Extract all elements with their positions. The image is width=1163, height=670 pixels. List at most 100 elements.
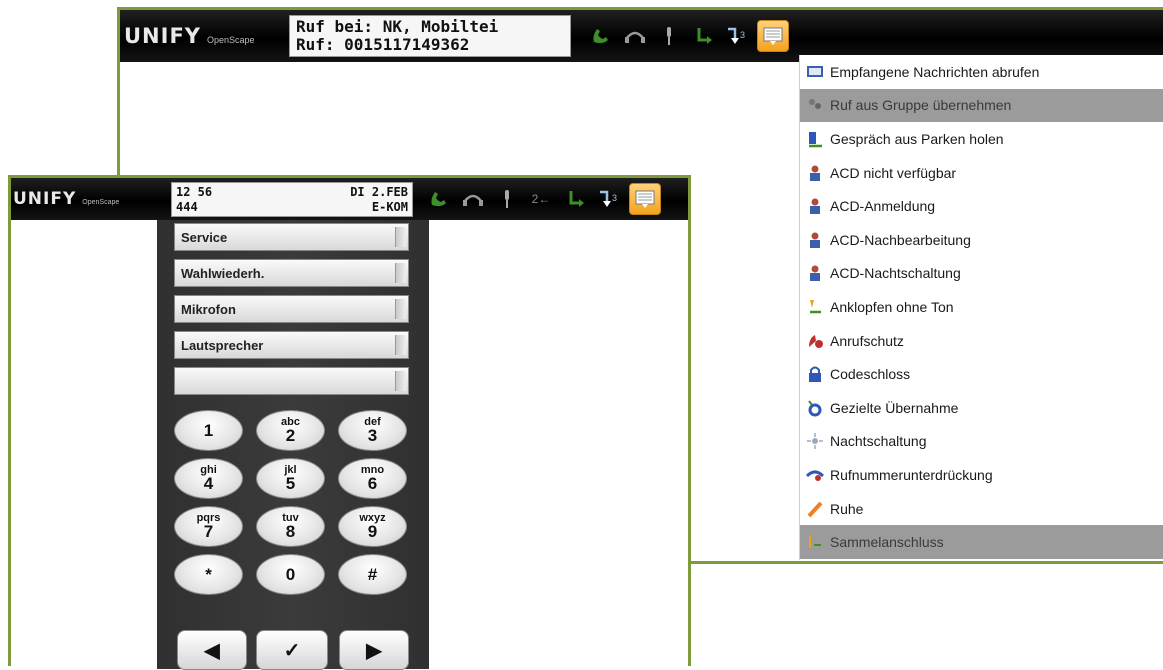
display-label: E-KOM [371,199,408,214]
dial-key[interactable]: tuv 8 [256,506,325,547]
call-waiting-icon [806,298,824,316]
svg-text:3: 3 [612,193,617,203]
menu-item[interactable]: Nachtschaltung [800,425,1163,459]
front-phone-window: UNIFY OpenScape 12 56 DI 2.FEB 444 E-KOM… [8,175,691,670]
menu-item-label: Ruf aus Gruppe übernehmen [830,97,1012,114]
function-key-led [395,263,406,283]
menu-icon[interactable] [757,20,789,52]
function-key-label: Mikrofon [181,301,236,317]
menu-item-label: Rufnummerunterdrückung [830,466,993,483]
dial-key[interactable]: pqrs 7 [174,506,243,547]
function-key-led [395,299,406,319]
display-line-1: Ruf bei: NK, Mobiltei [296,17,499,36]
logo-brand: UNIFY [124,24,201,48]
menu-item[interactable]: Ruhe [800,492,1163,526]
dial-key-digit: 9 [367,522,378,541]
menu-item-label: Nachtschaltung [830,433,927,450]
silent-icon [806,500,824,518]
dial-key-digit: 4 [203,474,214,493]
menu-item[interactable]: ACD-Nachbearbeitung [800,223,1163,257]
menu-item-label: Gezielte Übernahme [830,399,959,416]
svg-text:3: 3 [740,30,745,40]
function-key[interactable]: Mikrofon [174,295,409,323]
keypad-panel: Service Wahlwiederh. Mikrofon Lautsprecher 1… [157,220,429,670]
acd-agent-icon [806,197,824,215]
directed-pickup-icon [806,399,824,417]
suppress-number-icon [806,466,824,484]
hunt-group-icon [806,533,824,551]
menu-item-label: Anklopfen ohne Ton [830,298,954,315]
headset-icon[interactable] [459,185,487,213]
menu-item[interactable]: Empfangene Nachrichten abrufen [800,55,1163,89]
dial-key[interactable]: mno 6 [338,458,407,499]
call-transfer-icon[interactable] [561,185,589,213]
call-forward-icon[interactable]: 3 [595,185,623,213]
menu-icon[interactable] [629,183,661,215]
menu-item[interactable]: Anklopfen ohne Ton [800,290,1163,324]
display-extension: 444 [176,199,198,214]
dial-key-digit: 8 [285,522,296,541]
function-key[interactable] [174,367,409,395]
menu-item-label: ACD-Nachtschaltung [830,265,961,282]
menu-item[interactable]: ACD-Anmeldung [800,189,1163,223]
nav-right-button[interactable]: ▶ [339,630,409,670]
dial-key[interactable]: # [338,554,407,595]
function-key[interactable]: Wahlwiederh. [174,259,409,287]
display-date: DI 2.FEB [350,184,408,199]
dial-key[interactable]: wxyz 9 [338,506,407,547]
nav-confirm-button[interactable]: ✓ [256,630,328,670]
dial-key[interactable]: def 3 [338,410,407,451]
number-arrow-icon[interactable]: 2← [527,185,555,213]
menu-item[interactable]: Codeschloss [800,357,1163,391]
menu-item[interactable]: ACD nicht verfügbar [800,156,1163,190]
menu-item-label: Sammelanschluss [830,534,944,551]
acd-agent-icon [806,264,824,282]
menu-item-label: ACD-Anmeldung [830,198,936,215]
function-key[interactable]: Lautsprecher [174,331,409,359]
dial-key-digit: 6 [367,474,378,493]
call-transfer-icon[interactable] [689,22,717,50]
phone-handset-icon[interactable] [425,185,453,213]
toolbar: 2← 3 [425,183,661,215]
phone-display: 12 56 DI 2.FEB 444 E-KOM [171,181,413,217]
dial-key-digit: 2 [285,426,296,445]
messages-icon [806,63,824,81]
dial-key-digit: 7 [203,522,214,541]
menu-item[interactable]: Anrufschutz [800,324,1163,358]
dial-key[interactable]: ghi 4 [174,458,243,499]
microphone-icon[interactable] [655,22,683,50]
dial-key[interactable]: abc 2 [256,410,325,451]
function-key-label: Service [181,229,228,245]
dial-key[interactable]: jkl 5 [256,458,325,499]
dial-key[interactable]: 0 [256,554,325,595]
function-key-label: Lautsprecher [181,337,264,353]
acd-agent-icon [806,231,824,249]
function-key[interactable]: Service [174,223,409,251]
dial-key[interactable]: * [174,554,243,595]
function-key-label: Wahlwiederh. [181,265,265,281]
nav-left-button[interactable]: ◀ [177,630,247,670]
menu-item-label: ACD-Nachbearbeitung [830,231,971,248]
menu-item[interactable]: ACD-Nachtschaltung [800,257,1163,291]
dial-key-digit: * [205,565,212,584]
dial-key-digit: 3 [367,426,378,445]
dial-key-digit: # [367,565,378,584]
menu-item[interactable]: Gespräch aus Parken holen [800,122,1163,156]
call-forward-icon[interactable]: 3 [723,22,751,50]
group-pickup-icon [806,96,824,114]
display-time: 12 56 [176,184,213,199]
function-key-led [395,335,406,355]
dial-key-digit: 5 [285,474,296,493]
park-retrieve-icon [806,130,824,148]
menu-item-label: Anrufschutz [830,332,904,349]
phone-handset-icon[interactable] [587,22,615,50]
function-key-led [395,371,406,391]
menu-item[interactable]: Rufnummerunterdrückung [800,458,1163,492]
dial-key[interactable]: 1 [174,410,243,451]
microphone-icon[interactable] [493,185,521,213]
menu-item[interactable]: Gezielte Übernahme [800,391,1163,425]
menu-item-label: Codeschloss [830,366,911,383]
menu-item: Sammelanschluss [800,525,1163,559]
headset-icon[interactable] [621,22,649,50]
function-key-led [395,227,406,247]
